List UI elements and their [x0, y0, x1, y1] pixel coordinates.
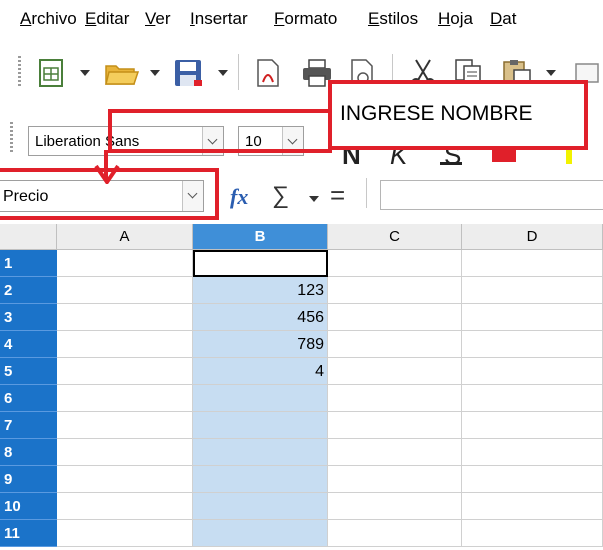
cell-d5[interactable]	[462, 358, 603, 385]
cell-d9[interactable]	[462, 466, 603, 493]
toolbar-separator	[238, 54, 239, 90]
cell-d10[interactable]	[462, 493, 603, 520]
cell-a4[interactable]	[57, 331, 193, 358]
cell-d3[interactable]	[462, 304, 603, 331]
annotation-box-top	[108, 109, 332, 153]
open-folder-icon[interactable]	[104, 58, 140, 88]
cell-b9[interactable]	[193, 466, 328, 493]
sum-icon[interactable]: ∑	[272, 182, 289, 210]
cell-d8[interactable]	[462, 439, 603, 466]
cell-c10[interactable]	[328, 493, 462, 520]
cell-a5[interactable]	[57, 358, 193, 385]
formula-input[interactable]	[380, 180, 603, 210]
cell-b6[interactable]	[193, 385, 328, 412]
cell-c11[interactable]	[328, 520, 462, 547]
row-header[interactable]: 1	[0, 250, 57, 277]
menu-bar: Archivo Editar Ver Insertar Formato Esti…	[0, 0, 603, 36]
cell-b10[interactable]	[193, 493, 328, 520]
cell-c9[interactable]	[328, 466, 462, 493]
new-spreadsheet-icon[interactable]	[36, 58, 70, 88]
row-header[interactable]: 8	[0, 439, 57, 466]
cell-d2[interactable]	[462, 277, 603, 304]
cell-d6[interactable]	[462, 385, 603, 412]
cell-d7[interactable]	[462, 412, 603, 439]
cell-b11[interactable]	[193, 520, 328, 547]
formula-icon[interactable]: =	[330, 180, 345, 211]
menu-formato[interactable]: Formato	[274, 9, 337, 29]
cell-a3[interactable]	[57, 304, 193, 331]
toolbar-grip[interactable]	[10, 122, 13, 152]
formula-separator	[366, 178, 367, 208]
function-wizard-icon[interactable]: fx	[230, 184, 248, 210]
cell-c2[interactable]	[328, 277, 462, 304]
row-header[interactable]: 5	[0, 358, 57, 385]
cell-a9[interactable]	[57, 466, 193, 493]
cell-a1[interactable]	[57, 250, 193, 277]
cell-a6[interactable]	[57, 385, 193, 412]
cell-a10[interactable]	[57, 493, 193, 520]
cell-c1[interactable]	[328, 250, 462, 277]
cell-c6[interactable]	[328, 385, 462, 412]
row-header[interactable]: 10	[0, 493, 57, 520]
cell-d11[interactable]	[462, 520, 603, 547]
select-all-corner[interactable]	[0, 224, 57, 250]
column-header-a[interactable]: A	[57, 224, 193, 250]
cell-c7[interactable]	[328, 412, 462, 439]
cell-c5[interactable]	[328, 358, 462, 385]
row-header[interactable]: 6	[0, 385, 57, 412]
menu-estilos[interactable]: Estilos	[368, 9, 418, 29]
menu-hoja[interactable]: Hoja	[438, 9, 473, 29]
cell-d4[interactable]	[462, 331, 603, 358]
cell-b5[interactable]: 4	[193, 358, 328, 385]
column-header-c[interactable]: C	[328, 224, 462, 250]
cell-d1[interactable]	[462, 250, 603, 277]
row-header[interactable]: 11	[0, 520, 57, 547]
cell-b7[interactable]	[193, 412, 328, 439]
cell-c8[interactable]	[328, 439, 462, 466]
menu-datos[interactable]: Dat	[490, 9, 516, 29]
paste-dropdown-icon[interactable]	[546, 70, 556, 76]
row-header[interactable]: 3	[0, 304, 57, 331]
row-header[interactable]: 4	[0, 331, 57, 358]
cell-b1[interactable]	[193, 250, 328, 277]
cell-b4[interactable]: 789	[193, 331, 328, 358]
save-icon[interactable]	[172, 58, 206, 88]
row-header[interactable]: 7	[0, 412, 57, 439]
highlight-color-icon[interactable]	[566, 150, 572, 164]
spreadsheet-grid: A B C D 1 2 123 3 456 4 789 5 4 6 7 8 9 10 11	[0, 224, 603, 550]
cell-b2[interactable]: 123	[193, 277, 328, 304]
annotation-callout-text: INGRESE NOMBRE	[340, 102, 533, 125]
column-header-b[interactable]: B	[193, 224, 328, 250]
cell-a8[interactable]	[57, 439, 193, 466]
cell-c3[interactable]	[328, 304, 462, 331]
menu-insertar[interactable]: Insertar	[190, 9, 248, 29]
cell-b8[interactable]	[193, 439, 328, 466]
row-header[interactable]: 2	[0, 277, 57, 304]
export-pdf-icon[interactable]	[252, 58, 286, 88]
column-header-d[interactable]: D	[462, 224, 603, 250]
new-dropdown-icon[interactable]	[80, 70, 90, 76]
menu-editar[interactable]: Editar	[85, 9, 129, 29]
toolbar-grip[interactable]	[18, 56, 21, 86]
cell-a11[interactable]	[57, 520, 193, 547]
menu-ver[interactable]: Ver	[145, 9, 171, 29]
cell-b3[interactable]: 456	[193, 304, 328, 331]
annotation-callout: INGRESE NOMBRE	[328, 80, 588, 150]
open-dropdown-icon[interactable]	[150, 70, 160, 76]
cell-c4[interactable]	[328, 331, 462, 358]
cell-a7[interactable]	[57, 412, 193, 439]
save-dropdown-icon[interactable]	[218, 70, 228, 76]
font-color-icon[interactable]	[492, 150, 516, 162]
menu-archivo[interactable]: Archivo	[20, 9, 77, 29]
cell-a2[interactable]	[57, 277, 193, 304]
annotation-box-namebox	[0, 168, 219, 220]
row-header[interactable]: 9	[0, 466, 57, 493]
sum-dropdown-icon[interactable]	[309, 196, 319, 202]
